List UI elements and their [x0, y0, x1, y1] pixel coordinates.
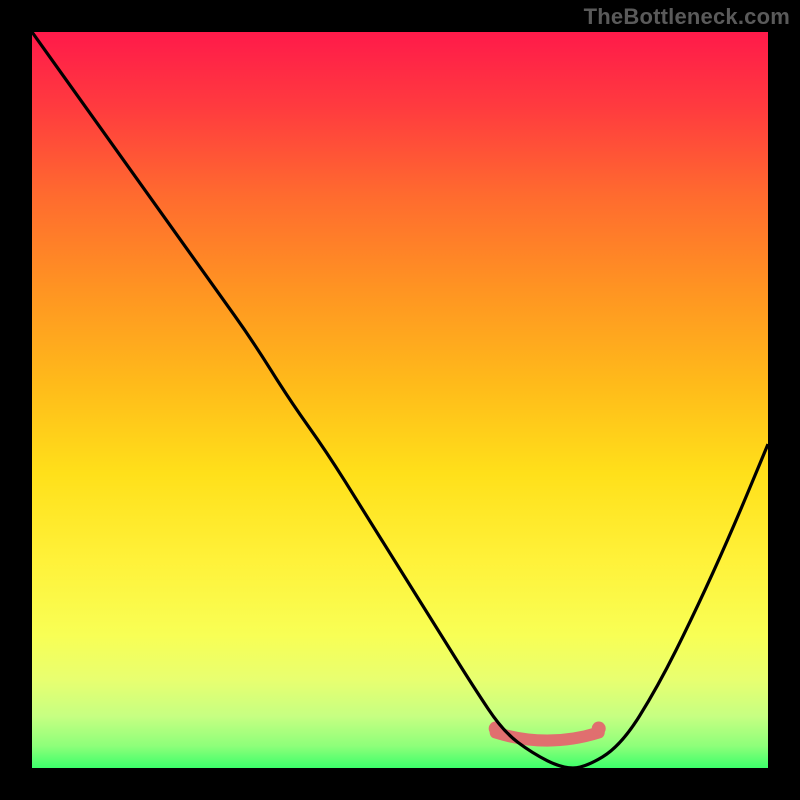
bottleneck-chart: [0, 0, 800, 800]
chart-frame: TheBottleneck.com: [0, 0, 800, 800]
highlight-dot-right: [592, 722, 606, 736]
plot-background: [32, 32, 768, 768]
watermark-text: TheBottleneck.com: [584, 4, 790, 30]
